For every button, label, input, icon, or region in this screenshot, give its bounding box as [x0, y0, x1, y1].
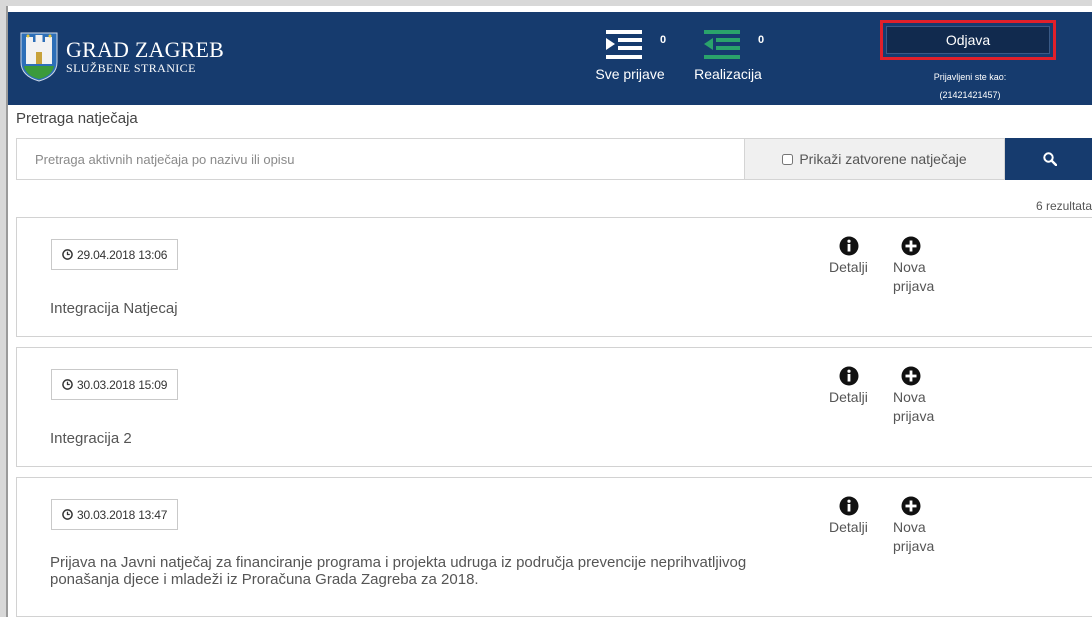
date-badge: 30.03.2018 13:47 [51, 499, 179, 530]
logout-button[interactable]: Odjava [886, 26, 1050, 54]
show-closed-checkbox[interactable] [782, 153, 794, 165]
logout-highlight: Odjava [880, 20, 1056, 60]
new-application-button[interactable]: Nova prijava [893, 236, 943, 296]
search-button[interactable] [1005, 138, 1092, 180]
clock-icon [62, 249, 73, 260]
details-label: Detalji [829, 519, 868, 535]
details-button[interactable]: Detalji [829, 366, 868, 407]
app-frame: GRAD ZAGREB SLUŽBENE STRANICE 0 Sve prij… [6, 6, 1092, 617]
new-application-label: Nova prijava [893, 259, 935, 294]
tender-title[interactable]: Prijava na Javni natječaj za financiranj… [50, 554, 770, 588]
tender-card: 30.03.2018 13:47 Prijava na Javni natječ… [16, 477, 1092, 617]
tender-card: 29.04.2018 13:06 Integracija Natjecaj De… [16, 217, 1092, 337]
new-application-button[interactable]: Nova prijava [893, 496, 943, 556]
realizacija-count: 0 [758, 34, 765, 46]
brand-title: GRAD ZAGREB [66, 37, 225, 62]
tender-date: 30.03.2018 13:47 [77, 507, 168, 522]
clock-icon [62, 509, 73, 520]
brand-subtitle: SLUŽBENE STRANICE [66, 61, 196, 75]
user-panel: Odjava Prijavljeni ste kao: (21421421457… [880, 20, 1060, 104]
nav-realizacija[interactable]: 0 Realizacija [688, 30, 768, 82]
new-application-label: Nova prijava [893, 519, 935, 554]
search-heading: Pretraga natječaja [16, 110, 138, 127]
show-closed-label: Prikaži zatvorene natječaje [799, 151, 967, 167]
list-outdent-icon [704, 30, 740, 59]
logged-in-label: Prijavljeni ste kao: [933, 72, 1007, 82]
info-circle-icon [839, 366, 859, 386]
search-bar: Prikaži zatvorene natječaje [16, 138, 1092, 180]
search-input[interactable] [16, 138, 745, 180]
plus-circle-icon [901, 366, 921, 386]
sve-prijave-label: Sve prijave [595, 66, 665, 82]
show-closed-toggle[interactable]: Prikaži zatvorene natječaje [745, 138, 1005, 180]
date-badge: 29.04.2018 13:06 [51, 239, 179, 270]
clock-icon [62, 379, 73, 390]
details-button[interactable]: Detalji [829, 496, 868, 537]
tender-title[interactable]: Integracija Natjecaj [50, 300, 770, 317]
tender-card: 30.03.2018 15:09 Integracija 2 Detalji N… [16, 347, 1092, 467]
realizacija-label: Realizacija [694, 66, 762, 82]
site-logo[interactable]: GRAD ZAGREB SLUŽBENE STRANICE [20, 32, 224, 82]
tender-title[interactable]: Integracija 2 [50, 430, 770, 447]
new-application-button[interactable]: Nova prijava [893, 366, 943, 426]
tender-date: 29.04.2018 13:06 [77, 247, 168, 262]
date-badge: 30.03.2018 15:09 [51, 369, 179, 400]
top-header: GRAD ZAGREB SLUŽBENE STRANICE 0 Sve prij… [8, 12, 1092, 105]
tender-date: 30.03.2018 15:09 [77, 377, 168, 392]
zagreb-crest-icon [20, 32, 58, 82]
details-label: Detalji [829, 259, 868, 275]
info-circle-icon [839, 236, 859, 256]
search-icon [1042, 152, 1057, 166]
sve-prijave-count: 0 [660, 34, 667, 46]
new-application-label: Nova prijava [893, 389, 935, 424]
list-indent-icon [606, 30, 642, 59]
details-button[interactable]: Detalji [829, 236, 868, 277]
results-count: 6 rezultata [1035, 199, 1092, 213]
info-circle-icon [839, 496, 859, 516]
plus-circle-icon [901, 236, 921, 256]
user-id: (21421421457) [939, 90, 1001, 100]
plus-circle-icon [901, 496, 921, 516]
details-label: Detalji [829, 389, 868, 405]
nav-sve-prijave[interactable]: 0 Sve prijave [590, 30, 670, 82]
